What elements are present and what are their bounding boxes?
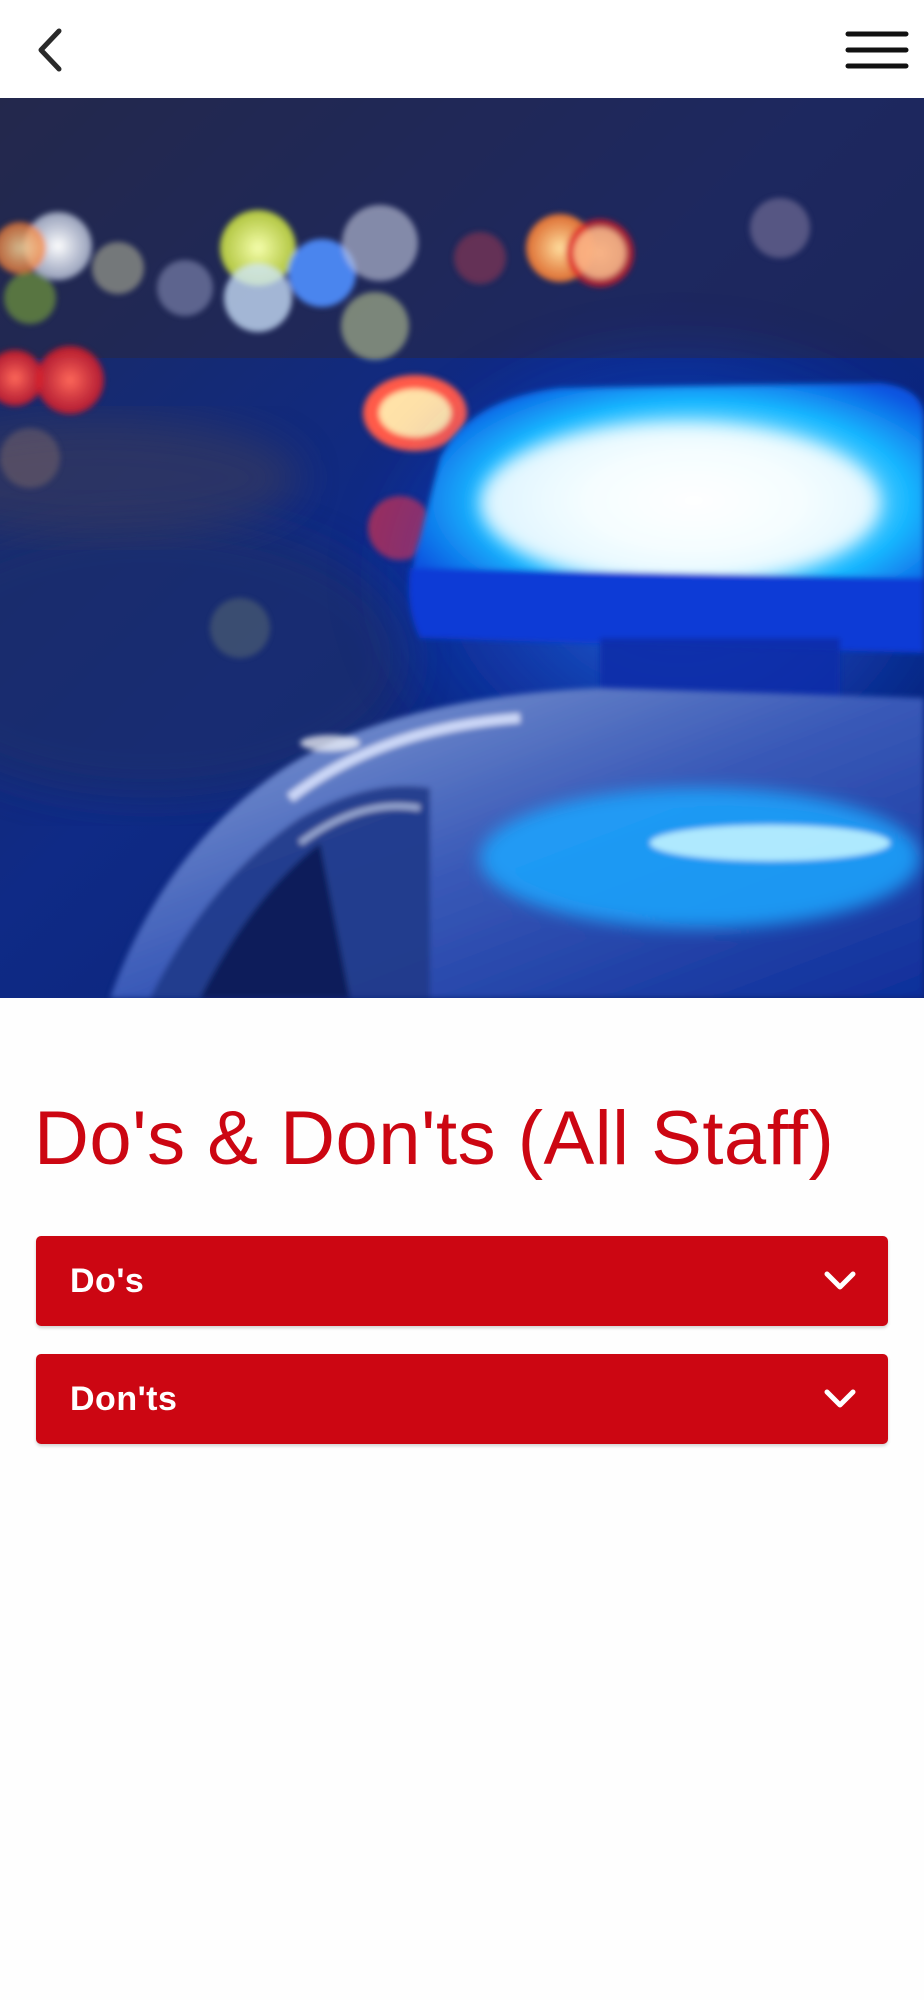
hero-image — [0, 98, 924, 998]
top-nav-bar — [0, 0, 924, 98]
app-screen: Do's & Don'ts (All Staff) Do's Don'ts — [0, 0, 924, 2000]
page-title: Do's & Don'ts (All Staff) — [34, 1096, 835, 1181]
accordion-donts[interactable]: Don'ts — [36, 1354, 888, 1444]
content-area: Do's & Don'ts (All Staff) Do's Don'ts — [0, 998, 924, 2000]
chevron-down-icon — [822, 1381, 858, 1417]
accordion-dos[interactable]: Do's — [36, 1236, 888, 1326]
chevron-left-icon — [38, 28, 62, 72]
chevron-down-icon — [822, 1263, 858, 1299]
menu-button[interactable] — [844, 22, 910, 78]
accordion-label: Do's — [70, 1261, 145, 1300]
hamburger-menu-icon — [845, 31, 909, 69]
police-siren-photo — [0, 98, 924, 998]
accordion-label: Don'ts — [70, 1379, 178, 1418]
back-button[interactable] — [22, 22, 78, 78]
